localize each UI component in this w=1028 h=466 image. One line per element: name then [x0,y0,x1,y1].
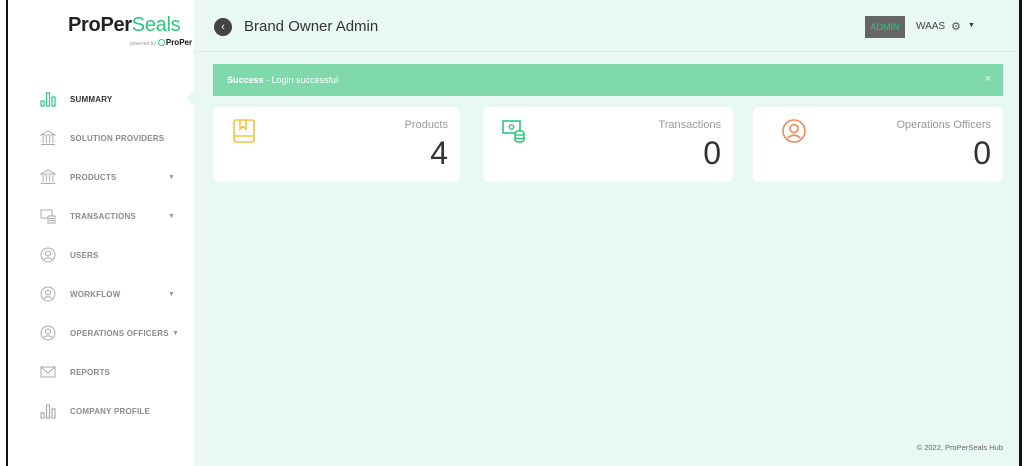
sidebar-item-solution-providers[interactable]: SOLUTION PROVIDERS [8,119,194,157]
chevron-down-icon[interactable]: ▼ [168,213,175,220]
products-card[interactable]: Products 4 [213,107,460,182]
user-circle-icon [40,247,56,263]
sidebar-item-label: OPERATIONS OFFICERS [70,328,169,338]
chevron-down-icon[interactable]: ▼ [168,174,175,181]
sidebar-item-workflow[interactable]: WORKFLOW ▼ [8,275,194,313]
logo-subtitle: powered by ProPer [130,38,193,47]
user-circle-icon [781,118,807,144]
sidebar-item-operations-officers[interactable]: OPERATIONS OFFICERS ▼ [8,314,194,352]
bank-icon [40,130,56,146]
card-value: 0 [973,135,991,171]
page-title: Brand Owner Admin [244,18,379,35]
money-stack-icon [501,118,527,144]
close-icon[interactable]: × [985,73,991,85]
sidebar-item-company-profile[interactable]: COMPANY PROFILE [8,392,194,430]
workspace-label[interactable]: WAAS [916,21,945,32]
chevron-left-icon: ‹ [221,21,225,33]
sidebar-item-label: PRODUCTS [70,172,117,182]
sidebar: ProPerSeals powered by ProPer SUMMARY SOL… [8,0,196,466]
sidebar-item-label: SOLUTION PROVIDERS [70,133,165,143]
app-window: ProPerSeals powered by ProPer SUMMARY SOL… [0,0,1028,466]
sidebar-item-label: TRANSACTIONS [70,211,136,221]
card-value: 0 [703,135,721,171]
main-content: ‹ Brand Owner Admin ADMIN WAAS ⚙ ▼ Succe… [194,0,1019,466]
mail-icon [40,364,56,380]
success-alert: Success - Login successful × [213,64,1003,96]
user-circle-icon [40,325,56,341]
logo[interactable]: ProPerSeals powered by ProPer [68,14,200,54]
card-label: Products [404,119,448,131]
chevron-down-icon[interactable]: ▼ [168,291,175,298]
top-bar: ‹ Brand Owner Admin ADMIN WAAS ⚙ ▼ [194,0,1019,52]
operations-officers-card[interactable]: Operations Officers 0 [753,107,1003,182]
card-label: Operations Officers [896,119,991,131]
book-icon [231,118,257,144]
money-icon [40,208,56,224]
card-value: 4 [430,135,448,171]
chevron-down-icon[interactable]: ▼ [172,330,179,337]
logo-wordmark: ProPerSeals [68,14,181,36]
bank-icon [40,169,56,185]
card-label: Transactions [658,119,721,131]
back-button[interactable]: ‹ [214,18,232,36]
sidebar-item-label: SUMMARY [70,94,113,104]
bar-chart-icon [40,403,56,419]
sidebar-item-reports[interactable]: REPORTS [8,353,194,391]
sidebar-item-label: USERS [70,250,99,260]
sidebar-item-users[interactable]: USERS [8,236,194,274]
proper-logo-icon [157,39,165,46]
sidebar-item-label: COMPANY PROFILE [70,406,151,416]
window-border-right [1019,0,1022,466]
sidebar-item-transactions[interactable]: TRANSACTIONS ▼ [8,197,194,235]
sidebar-item-label: WORKFLOW [70,289,121,299]
sidebar-item-products[interactable]: PRODUCTS ▼ [8,158,194,196]
window-border-left [6,0,8,466]
gear-icon[interactable]: ⚙ [951,20,961,33]
transactions-card[interactable]: Transactions 0 [483,107,733,182]
role-badge[interactable]: ADMIN [865,16,905,38]
user-circle-icon [40,286,56,302]
footer-copyright: © 2022, ProPerSeals Hub [916,443,1003,452]
sidebar-item-label: REPORTS [70,367,111,377]
chevron-down-icon[interactable]: ▼ [968,22,975,29]
bar-chart-icon [40,91,56,107]
sidebar-item-summary[interactable]: SUMMARY [8,80,194,118]
alert-message: Success - Login successful [227,75,339,85]
